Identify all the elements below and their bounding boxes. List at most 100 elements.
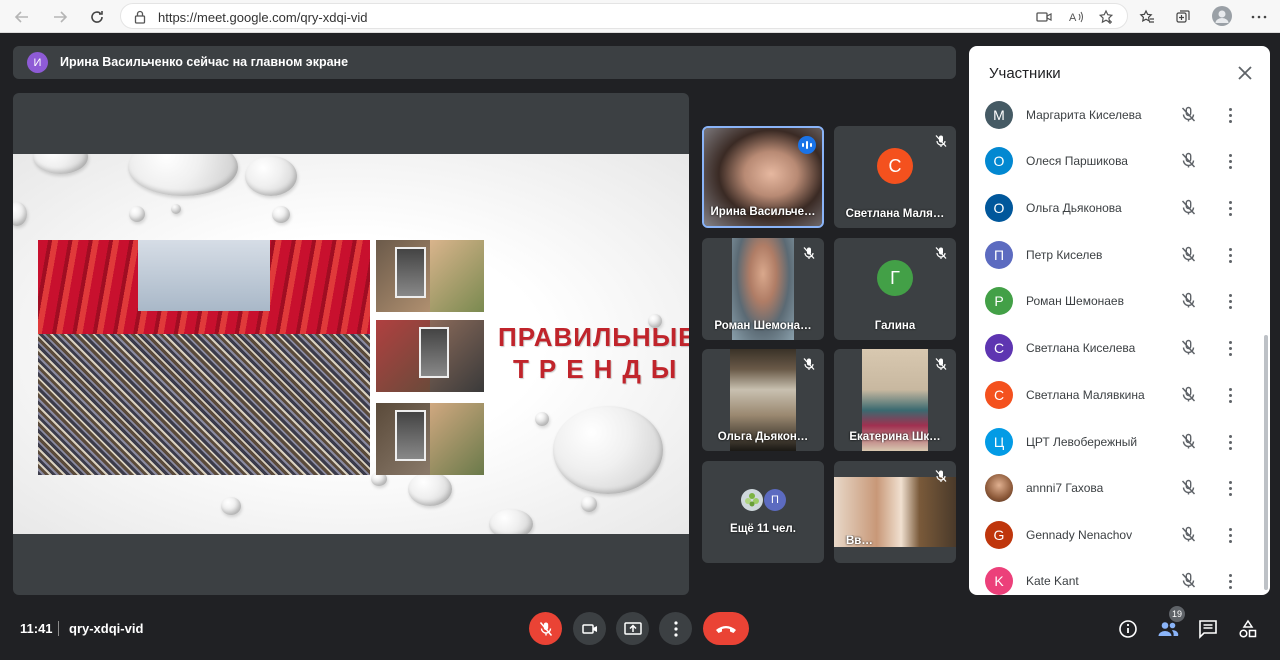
- more-options-icon[interactable]: [1221, 525, 1239, 545]
- back-arrow-icon[interactable]: [11, 6, 33, 28]
- participant-name: Ольга Дьяконова: [1026, 201, 1122, 215]
- participant-avatar: Г: [877, 260, 913, 296]
- close-icon[interactable]: [1237, 65, 1253, 81]
- veteran-photo-2: [376, 320, 484, 392]
- more-participants-tile[interactable]: П Ещё 11 чел.: [702, 461, 824, 563]
- participant-avatar: С: [877, 148, 913, 184]
- water-drop: [535, 412, 549, 426]
- participant-tile[interactable]: Ольга Дьякон…: [702, 349, 824, 451]
- participant-row[interactable]: О Ольга Дьяконова: [969, 186, 1261, 232]
- more-options-icon[interactable]: [1221, 432, 1239, 452]
- participant-name: Kate Kant: [1026, 574, 1079, 588]
- panel-title: Участники: [989, 65, 1061, 82]
- people-icon: [1158, 622, 1179, 636]
- more-options-icon[interactable]: [1221, 385, 1239, 405]
- mic-off-icon[interactable]: [1180, 246, 1197, 263]
- present-screen-button[interactable]: [616, 612, 649, 645]
- favorites-icon[interactable]: [1136, 6, 1158, 28]
- more-options-icon[interactable]: [1221, 198, 1239, 218]
- camera-toggle-button[interactable]: [573, 612, 606, 645]
- meeting-code: qry-xdqi-vid: [69, 621, 144, 636]
- add-favorite-icon[interactable]: [1097, 8, 1115, 26]
- participant-avatar: G: [985, 521, 1013, 549]
- mic-off-icon[interactable]: [1180, 199, 1197, 216]
- more-options-icon[interactable]: [1221, 291, 1239, 311]
- participant-avatar: Ц: [985, 428, 1013, 456]
- more-options-icon[interactable]: [1221, 571, 1239, 591]
- clock: 11:41: [20, 621, 53, 636]
- mic-off-icon[interactable]: [1180, 106, 1197, 123]
- svg-text:A: A: [1069, 12, 1077, 24]
- presentation-slide: ПРАВИЛЬНЫЕ ТРЕНДЫ: [13, 154, 689, 534]
- participant-avatar: С: [985, 381, 1013, 409]
- mic-off-icon[interactable]: [1180, 479, 1197, 496]
- mic-off-icon[interactable]: [1180, 572, 1197, 589]
- participant-photo-avatar: [985, 474, 1013, 502]
- participant-name: ЦРТ Левобережный: [1026, 435, 1138, 449]
- more-options-icon[interactable]: [1221, 245, 1239, 265]
- present-icon: [623, 621, 642, 635]
- read-aloud-icon[interactable]: A: [1068, 8, 1086, 26]
- meeting-details-button[interactable]: [1116, 617, 1140, 641]
- participant-row[interactable]: annni7 Гахова: [969, 466, 1261, 512]
- more-options-icon[interactable]: [1221, 338, 1239, 358]
- microphone-toggle-button[interactable]: [529, 612, 562, 645]
- participant-row[interactable]: С Светлана Малявкина: [969, 373, 1261, 419]
- presenting-banner: И Ирина Васильченко сейчас на главном эк…: [13, 46, 956, 79]
- participant-row[interactable]: Ц ЦРТ Левобережный: [969, 420, 1261, 466]
- activities-button[interactable]: [1236, 617, 1260, 641]
- mic-off-icon: [803, 358, 815, 370]
- water-drop: [128, 154, 238, 196]
- presentation-stage[interactable]: ПРАВИЛЬНЫЕ ТРЕНДЫ: [13, 93, 689, 595]
- participant-row[interactable]: K Kate Kant: [969, 559, 1261, 595]
- info-icon: [1119, 620, 1137, 638]
- participant-row[interactable]: М Маргарита Киселева: [969, 93, 1261, 139]
- veteran-photo-3: [376, 403, 484, 475]
- participant-tile[interactable]: Ирина Васильче…: [702, 126, 824, 228]
- participant-tile[interactable]: Роман Шемона…: [702, 238, 824, 340]
- participant-tile[interactable]: Екатерина Шк…: [834, 349, 956, 451]
- participant-row[interactable]: Р Роман Шемонаев: [969, 279, 1261, 325]
- mic-off-icon: [539, 621, 552, 636]
- participant-row[interactable]: G Gennady Nenachov: [969, 513, 1261, 559]
- mic-off-icon[interactable]: [1180, 339, 1197, 356]
- more-options-button[interactable]: [659, 612, 692, 645]
- forward-arrow-icon[interactable]: [49, 6, 71, 28]
- address-bar[interactable]: https://meet.google.com/qry-xdqi-vid A: [120, 3, 1128, 29]
- more-options-icon[interactable]: [1221, 151, 1239, 171]
- camera-permission-icon[interactable]: [1035, 8, 1053, 26]
- participants-scrollbar[interactable]: [1264, 335, 1268, 590]
- more-options-icon[interactable]: [1221, 478, 1239, 498]
- presenting-banner-text: Ирина Васильченко сейчас на главном экра…: [60, 55, 349, 69]
- mic-off-icon[interactable]: [1180, 526, 1197, 543]
- participant-name: Роман Шемонаев: [1026, 294, 1124, 308]
- participant-name: Олеся Паршикова: [1026, 154, 1128, 168]
- participant-name: annni7 Гахова: [1026, 481, 1104, 495]
- chat-button[interactable]: [1196, 617, 1220, 641]
- water-drop: [489, 509, 533, 534]
- mic-off-icon[interactable]: [1180, 152, 1197, 169]
- tile-name: Галина: [874, 320, 916, 332]
- profile-avatar-icon[interactable]: [1212, 6, 1232, 26]
- participant-tile[interactable]: С Светлана Маля…: [834, 126, 956, 228]
- reload-icon[interactable]: [86, 6, 108, 28]
- participant-row[interactable]: О Олеся Паршикова: [969, 139, 1261, 185]
- participant-tile[interactable]: Г Галина: [834, 238, 956, 340]
- participant-avatar: Р: [985, 287, 1013, 315]
- activities-icon: [1239, 619, 1257, 638]
- participant-avatar: О: [985, 194, 1013, 222]
- tile-name: Светлана Маля…: [845, 208, 945, 220]
- mic-off-icon[interactable]: [1180, 292, 1197, 309]
- participant-row[interactable]: С Светлана Киселева: [969, 326, 1261, 372]
- more-menu-icon[interactable]: [1248, 6, 1270, 28]
- mic-off-icon[interactable]: [1180, 433, 1197, 450]
- more-options-icon[interactable]: [1221, 105, 1239, 125]
- water-drop: [553, 406, 663, 494]
- participant-tile[interactable]: Вв…: [834, 461, 956, 563]
- hang-up-icon: [716, 625, 736, 633]
- tile-name: Ирина Васильче…: [710, 206, 816, 218]
- mic-off-icon[interactable]: [1180, 386, 1197, 403]
- collections-icon[interactable]: [1172, 6, 1194, 28]
- participant-row[interactable]: П Петр Киселев: [969, 233, 1261, 279]
- leave-call-button[interactable]: [703, 612, 749, 645]
